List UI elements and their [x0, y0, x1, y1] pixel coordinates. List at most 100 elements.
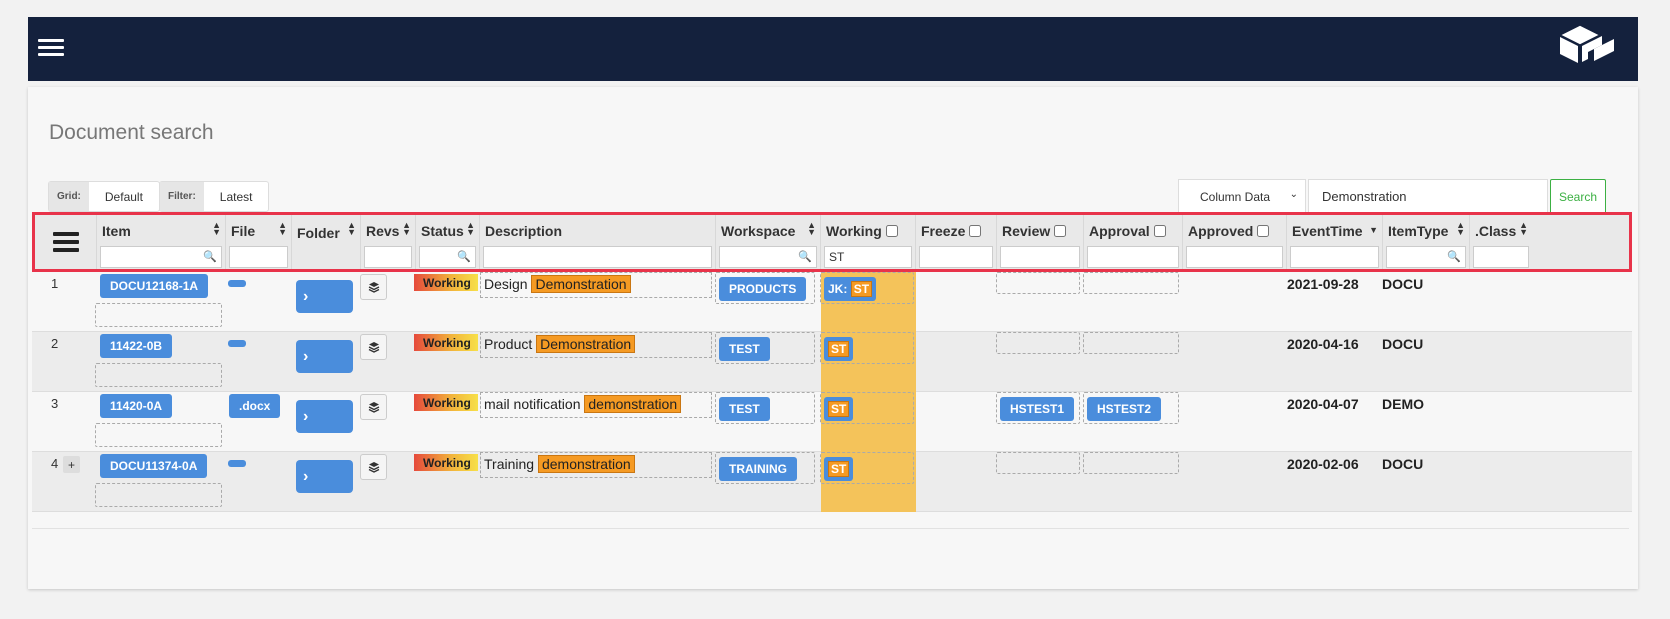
- file-link[interactable]: .docx: [229, 394, 281, 418]
- folder-button[interactable]: ›: [296, 460, 353, 493]
- filter-approved-input[interactable]: [1186, 246, 1283, 268]
- folder-button[interactable]: ›: [296, 400, 353, 433]
- workspace-badge[interactable]: PRODUCTS: [719, 277, 807, 301]
- column-header-description[interactable]: Description: [480, 215, 716, 269]
- chevron-right-icon: ›: [303, 347, 309, 365]
- sort-icon[interactable]: ▲ ▼: [1456, 221, 1465, 237]
- revisions-button[interactable]: [360, 394, 387, 420]
- filter-eventtime-input[interactable]: [1290, 246, 1379, 268]
- filter-review-input[interactable]: [1000, 246, 1080, 268]
- column-label-workspace: Workspace: [721, 223, 796, 239]
- column-header-eventtime[interactable]: EventTime ▼: [1287, 215, 1383, 269]
- sort-icon[interactable]: ▲ ▼: [212, 221, 221, 237]
- column-header-freeze[interactable]: Freeze: [916, 215, 997, 269]
- event-time: 2020-04-16: [1287, 336, 1359, 352]
- search-match-highlight: demonstration: [537, 455, 635, 473]
- working-checkbox[interactable]: [885, 225, 898, 237]
- filter-class-input[interactable]: [1473, 246, 1529, 268]
- column-label-approved: Approved: [1188, 223, 1270, 239]
- freeze-checkbox[interactable]: [969, 225, 982, 237]
- column-header-review[interactable]: Review: [997, 215, 1084, 269]
- workspace-badge[interactable]: TEST: [719, 337, 770, 361]
- folder-button[interactable]: ›: [296, 280, 353, 313]
- filter-status-input[interactable]: 🔍: [419, 246, 476, 268]
- item-link[interactable]: 11420-0A: [100, 394, 173, 418]
- search-icon: 🔍: [457, 251, 471, 263]
- grid-selector[interactable]: Grid: Default: [48, 181, 160, 212]
- sort-icon[interactable]: ▲ ▼: [1519, 221, 1528, 237]
- filter-itemtype-input[interactable]: 🔍: [1386, 246, 1466, 268]
- filter-selector[interactable]: Filter: Latest: [159, 181, 270, 212]
- workspace-badge[interactable]: TEST: [719, 397, 770, 421]
- page-title: Document search: [49, 121, 214, 144]
- sort-descending-icon[interactable]: ▼: [1369, 226, 1378, 235]
- filter-freeze-input[interactable]: [919, 246, 993, 268]
- column-header-folder[interactable]: Folder ▲ ▼: [292, 215, 361, 269]
- revisions-button[interactable]: [360, 454, 387, 480]
- column-header-itemtype[interactable]: ItemType ▲ ▼ 🔍: [1383, 215, 1470, 269]
- column-header-working[interactable]: Working ST: [821, 215, 916, 269]
- sort-icon[interactable]: ▲ ▼: [402, 221, 411, 237]
- filter-description-input[interactable]: [483, 246, 712, 268]
- search-button[interactable]: Search: [1550, 179, 1606, 214]
- revisions-button[interactable]: [360, 274, 387, 300]
- column-header-file[interactable]: File ▲ ▼: [226, 215, 292, 269]
- workspace-badge[interactable]: TRAINING: [719, 457, 797, 481]
- file-link[interactable]: [228, 340, 246, 347]
- filter-approval-input[interactable]: [1087, 246, 1179, 268]
- sort-icon[interactable]: ▲ ▼: [466, 221, 475, 237]
- column-header-revs[interactable]: Revs ▲ ▼: [361, 215, 416, 269]
- column-select[interactable]: Column Data ⌄: [1178, 179, 1306, 214]
- filter-revs-input[interactable]: [364, 246, 412, 268]
- reviewer-badge[interactable]: HSTEST1: [1000, 397, 1075, 421]
- item-link[interactable]: 11422-0B: [100, 334, 173, 358]
- grid-menu-icon[interactable]: [53, 232, 79, 256]
- revisions-button[interactable]: [360, 334, 387, 360]
- filter-working-input[interactable]: ST: [824, 246, 912, 268]
- search-input[interactable]: Demonstration: [1308, 179, 1548, 214]
- table-row[interactable]: 2 11422-0B › Working Product Demonstrati…: [32, 332, 1632, 392]
- table-row[interactable]: 4 + DOCU11374-0A › Working Training demo…: [32, 452, 1632, 512]
- table-row[interactable]: 1 DOCU12168-1A › Working Design Demonstr…: [32, 272, 1632, 332]
- working-tag: ST: [828, 341, 850, 357]
- layers-icon: [368, 462, 379, 473]
- approved-checkbox[interactable]: [1257, 225, 1270, 237]
- cube-logo-icon[interactable]: [1558, 23, 1616, 72]
- approver-badge[interactable]: HSTEST2: [1087, 397, 1162, 421]
- column-header-approved[interactable]: Approved: [1183, 215, 1287, 269]
- file-link[interactable]: [228, 460, 246, 467]
- folder-button[interactable]: ›: [296, 340, 353, 373]
- working-user-badge[interactable]: ST: [824, 337, 854, 361]
- column-header-approval[interactable]: Approval: [1084, 215, 1183, 269]
- file-link[interactable]: [228, 280, 246, 287]
- working-user-badge[interactable]: ST: [824, 457, 854, 481]
- sort-icon[interactable]: ▲ ▼: [278, 221, 287, 237]
- review-checkbox[interactable]: [1054, 225, 1067, 237]
- filter-item-input[interactable]: 🔍: [100, 246, 222, 268]
- column-label-status: Status: [421, 223, 464, 239]
- column-label-approved-text: Approved: [1188, 223, 1254, 239]
- table-row[interactable]: 3 11420-0A .docx › Working mail notifica…: [32, 392, 1632, 452]
- column-label-folder: Folder: [297, 225, 340, 241]
- hamburger-icon[interactable]: [38, 35, 64, 61]
- filter-value[interactable]: Latest: [204, 182, 269, 211]
- sort-icon[interactable]: ▲ ▼: [807, 221, 816, 237]
- column-header-class[interactable]: .Class ▲ ▼: [1470, 215, 1532, 269]
- column-header-workspace[interactable]: Workspace ▲ ▼ 🔍: [716, 215, 821, 269]
- item-link[interactable]: DOCU12168-1A: [100, 274, 209, 298]
- grid-value[interactable]: Default: [89, 182, 159, 211]
- working-user-badge[interactable]: ST: [824, 397, 854, 421]
- filter-file-input[interactable]: [229, 246, 288, 268]
- column-header-item[interactable]: Item ▲ ▼ 🔍: [97, 215, 226, 269]
- approval-checkbox[interactable]: [1153, 225, 1166, 237]
- working-user-badge[interactable]: JK: ST: [824, 277, 877, 301]
- column-header-status[interactable]: Status ▲ ▼ 🔍: [416, 215, 480, 269]
- review-cell: [996, 272, 1080, 294]
- item-type: DOCU: [1382, 456, 1424, 472]
- expand-row-button[interactable]: +: [63, 456, 80, 473]
- search-match-highlight: Demonstration: [536, 335, 636, 353]
- filter-workspace-input[interactable]: 🔍: [719, 246, 817, 268]
- approval-cell: [1083, 272, 1179, 294]
- item-link[interactable]: DOCU11374-0A: [100, 454, 208, 478]
- sort-icon[interactable]: ▲ ▼: [347, 221, 356, 237]
